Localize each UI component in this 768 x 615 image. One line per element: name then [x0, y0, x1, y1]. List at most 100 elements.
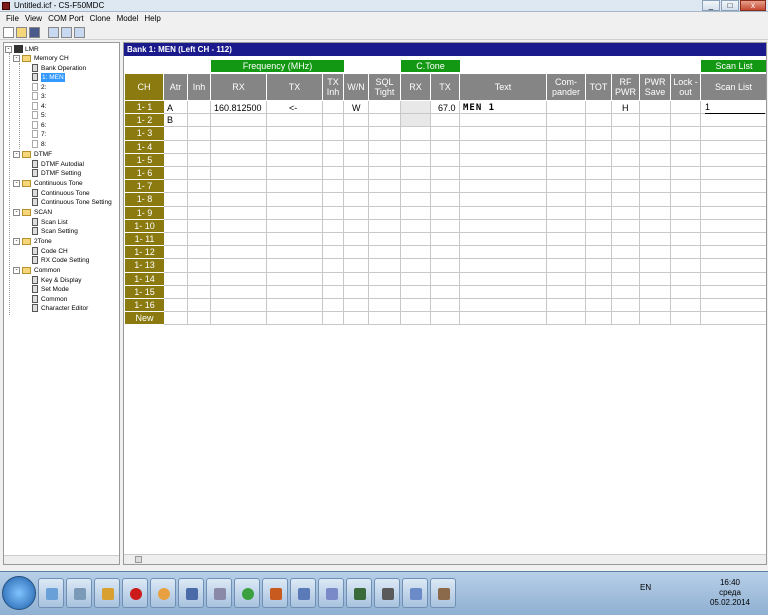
grid-cell[interactable] — [188, 206, 211, 220]
grid-cell[interactable] — [586, 285, 612, 299]
grid-cell[interactable] — [640, 153, 671, 167]
grid-cell[interactable] — [401, 127, 431, 141]
grid-cell[interactable] — [460, 180, 547, 194]
grid-cell[interactable] — [547, 285, 586, 299]
col-rf-pwr[interactable]: RF PWR — [612, 74, 640, 100]
taskbar-app-9[interactable] — [262, 578, 288, 608]
grid-cell[interactable] — [640, 285, 671, 299]
grid-cell[interactable] — [211, 299, 267, 313]
grid-cell[interactable] — [460, 193, 547, 207]
grid-cell[interactable] — [460, 285, 547, 299]
grid-cell[interactable] — [640, 140, 671, 154]
grid-cell[interactable] — [211, 246, 267, 260]
row2-atr[interactable]: B — [167, 114, 173, 126]
grid-cell[interactable] — [671, 101, 701, 115]
grid-cell[interactable] — [164, 219, 188, 233]
grid-cell[interactable] — [188, 299, 211, 313]
grid-cell[interactable] — [671, 206, 701, 220]
grid-cell[interactable] — [211, 259, 267, 273]
tree-bank-5[interactable]: 5: — [32, 110, 46, 120]
grid-cell[interactable] — [369, 285, 401, 299]
grid-cell[interactable] — [164, 127, 188, 141]
grid-cell[interactable] — [344, 180, 369, 194]
taskbar-app-11[interactable] — [318, 578, 344, 608]
save-icon[interactable] — [29, 27, 40, 38]
grid-cell[interactable] — [640, 312, 671, 326]
row1-rx[interactable]: 160.812500 — [214, 102, 262, 114]
grid-cell[interactable] — [267, 219, 323, 233]
grid-cell[interactable] — [671, 114, 701, 128]
grid-cell[interactable] — [701, 273, 766, 286]
grid-cell[interactable] — [188, 193, 211, 207]
grid-cell[interactable] — [211, 285, 267, 299]
taskbar-app-15[interactable] — [430, 578, 456, 608]
language-indicator[interactable]: EN — [640, 583, 651, 592]
grid-cell[interactable] — [547, 219, 586, 233]
grid-cell[interactable] — [460, 127, 547, 141]
scroll-thumb[interactable] — [135, 556, 142, 563]
grid-cell[interactable] — [401, 272, 431, 286]
collapse-icon[interactable]: - — [13, 266, 20, 274]
grid-cell[interactable] — [164, 259, 188, 273]
col-tx-inh[interactable]: TX Inh — [323, 74, 344, 100]
channel-cell[interactable]: 1- 4 — [125, 140, 164, 154]
grid-cell[interactable] — [344, 114, 369, 128]
grid-cell[interactable] — [701, 167, 766, 181]
grid-cell[interactable] — [164, 285, 188, 299]
start-button[interactable] — [2, 576, 36, 610]
grid-cell[interactable] — [640, 167, 671, 181]
grid-cell[interactable] — [701, 193, 766, 207]
grid-cell[interactable] — [188, 259, 211, 273]
tree-set-mode[interactable]: Set Mode — [32, 284, 69, 294]
col-sql-tight[interactable]: SQL Tight — [369, 74, 401, 100]
grid-cell[interactable] — [671, 219, 701, 233]
grid-cell[interactable] — [188, 114, 211, 128]
grid-cell[interactable] — [612, 167, 640, 181]
grid-cell[interactable] — [188, 101, 211, 115]
grid-horizontal-scrollbar[interactable] — [124, 554, 766, 564]
grid-cell[interactable] — [701, 141, 766, 154]
grid-cell[interactable] — [267, 299, 323, 313]
collapse-icon[interactable]: - — [13, 150, 20, 158]
grid-cell[interactable] — [401, 233, 431, 247]
channel-cell[interactable]: 1- 11 — [125, 233, 164, 247]
grid-cell[interactable] — [431, 127, 460, 141]
grid-cell[interactable] — [344, 153, 369, 167]
grid-cell[interactable] — [344, 233, 369, 247]
tree-continuous-tone[interactable]: - Continuous Tone — [13, 178, 83, 188]
col-tx[interactable]: TX — [267, 74, 323, 100]
tree-2tone[interactable]: -2Tone — [13, 236, 52, 246]
grid-cell[interactable] — [323, 299, 344, 313]
grid-cell[interactable] — [164, 140, 188, 154]
grid-cell[interactable] — [671, 153, 701, 167]
grid-cell[interactable] — [547, 153, 586, 167]
grid-cell[interactable] — [701, 246, 766, 260]
grid-cell[interactable] — [323, 193, 344, 207]
grid-cell[interactable] — [344, 246, 369, 260]
grid-cell[interactable] — [431, 246, 460, 260]
grid-cell[interactable] — [344, 272, 369, 286]
grid-cell[interactable] — [323, 114, 344, 128]
collapse-icon[interactable]: - — [13, 237, 20, 245]
grid-cell[interactable] — [460, 312, 547, 326]
grid-cell[interactable] — [460, 167, 547, 181]
grid-cell[interactable] — [612, 285, 640, 299]
grid-cell[interactable] — [547, 299, 586, 313]
grid-cell[interactable] — [369, 140, 401, 154]
channel-cell[interactable]: 1- 3 — [125, 127, 164, 141]
grid-cell[interactable] — [671, 127, 701, 141]
grid-cell[interactable] — [547, 246, 586, 260]
grid-cell[interactable] — [460, 233, 547, 247]
grid-cell[interactable] — [323, 206, 344, 220]
grid-cell[interactable] — [547, 167, 586, 181]
col-text[interactable]: Text — [460, 74, 547, 100]
close-button[interactable]: x — [740, 0, 766, 11]
grid-cell[interactable] — [701, 286, 766, 299]
grid-cell[interactable] — [640, 272, 671, 286]
tree-bank-1[interactable]: 1: MEN — [32, 72, 65, 82]
grid-cell[interactable] — [267, 127, 323, 141]
grid-cell[interactable] — [164, 233, 188, 247]
grid-cell[interactable] — [547, 206, 586, 220]
channel-cell[interactable]: 1- 16 — [125, 299, 164, 313]
grid-cell[interactable] — [431, 299, 460, 313]
